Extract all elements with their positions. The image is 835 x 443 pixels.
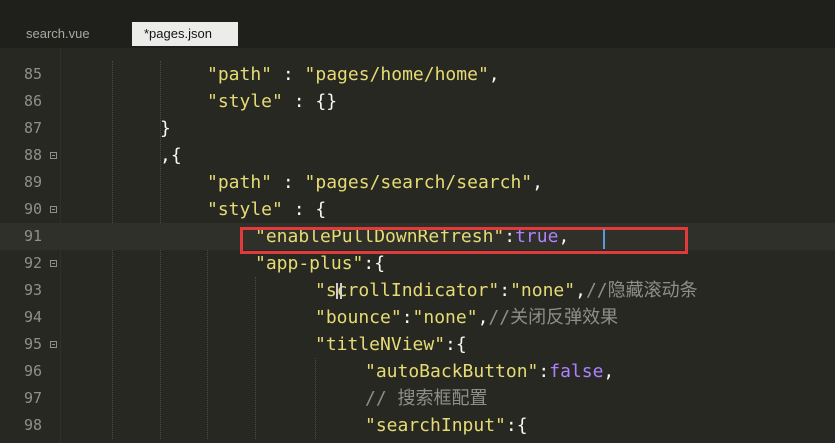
code-token: "none": [412, 307, 478, 328]
code-text[interactable]: "scrollIndicator":"none",//隐藏滚动条: [315, 277, 698, 304]
code-token: "searchInput": [365, 415, 506, 436]
code-token: "titleNView": [315, 334, 446, 355]
line-number: 96: [23, 362, 42, 380]
code-text[interactable]: "path" : "pages/home/home",: [207, 61, 500, 88]
code-token: "path": [207, 172, 273, 193]
code-line[interactable]: 85 "path" : "pages/home/home",: [0, 61, 835, 88]
code-text[interactable]: "bounce":"none",//关闭反弹效果: [315, 304, 618, 331]
highlight-box: [240, 227, 688, 254]
line-number: 97: [23, 389, 42, 407]
tab-search-vue[interactable]: search.vue: [14, 22, 120, 46]
code-token: "style": [207, 91, 283, 112]
code-line[interactable]: 90 "style" : {: [0, 196, 835, 223]
code-line[interactable]: 98 "searchInput":{: [0, 412, 835, 439]
line-number: 87: [23, 119, 42, 137]
line-number: 93: [23, 281, 42, 299]
code-editor[interactable]: search.vue *pages.json 85 "path" : "pages…: [0, 0, 835, 443]
code-token: ,: [532, 172, 543, 193]
line-number: 89: [23, 173, 42, 191]
code-token: ,: [488, 64, 500, 85]
code-line[interactable]: 96 "autoBackButton":false,: [0, 358, 835, 385]
code-token: ,: [603, 361, 615, 382]
code-token: "autoBackButton": [365, 361, 539, 382]
code-line[interactable]: 93 "scrollIndicator":"none",//隐藏滚动条: [0, 277, 835, 304]
code-line[interactable]: 95 "titleNView":{: [0, 331, 835, 358]
line-number: 88: [23, 146, 42, 164]
code-token: "path": [207, 64, 273, 85]
code-token: :: [272, 172, 305, 193]
code-token: :{: [363, 253, 386, 274]
code-token: "scrollIndicator": [315, 280, 500, 301]
code-token: :{: [445, 334, 467, 355]
text-caret: [603, 229, 605, 249]
text-cursor-icon: [336, 283, 342, 299]
tab-bar: search.vue *pages.json: [0, 0, 835, 48]
code-token: // 搜索框配置: [365, 388, 488, 409]
code-token: : {}: [282, 91, 338, 112]
code-line[interactable]: 88 ,{: [0, 142, 835, 169]
code-token: ,: [477, 307, 489, 328]
line-number: 92: [23, 254, 42, 272]
code-line[interactable]: 94 "bounce":"none",//关闭反弹效果: [0, 304, 835, 331]
fold-toggle-icon[interactable]: [50, 341, 57, 348]
line-number: 90: [23, 200, 42, 218]
line-number: 85: [23, 65, 42, 83]
code-token: ,: [575, 280, 586, 301]
code-line[interactable]: 89 "path" : "pages/search/search",: [0, 169, 835, 196]
code-text[interactable]: "searchInput":{: [365, 412, 528, 439]
code-text[interactable]: "path" : "pages/search/search",: [207, 169, 543, 196]
code-token: :: [401, 307, 413, 328]
code-text[interactable]: ,{: [160, 142, 182, 169]
code-token: ,{: [160, 145, 182, 166]
tab-pages-json[interactable]: *pages.json: [132, 22, 238, 46]
code-line[interactable]: 92 "app-plus":{: [0, 250, 835, 277]
code-token: :: [499, 280, 511, 301]
fold-toggle-icon[interactable]: [50, 206, 57, 213]
line-number: 95: [23, 335, 42, 353]
code-text[interactable]: "style" : {: [207, 196, 326, 223]
line-number: 86: [23, 92, 42, 110]
code-text[interactable]: "app-plus":{: [255, 250, 385, 277]
code-text[interactable]: "autoBackButton":false,: [365, 358, 614, 385]
line-number: 94: [23, 308, 42, 326]
code-token: : {: [282, 199, 327, 220]
code-token: }: [160, 118, 171, 139]
code-token: //关闭反弹效果: [488, 307, 619, 328]
code-token: false: [549, 361, 604, 382]
code-token: "bounce": [315, 307, 402, 328]
code-line[interactable]: 87}: [0, 115, 835, 142]
code-token: "pages/home/home": [304, 64, 489, 85]
code-text[interactable]: "style" : {}: [207, 88, 337, 115]
line-number: 91: [23, 227, 42, 245]
code-token: :: [272, 64, 305, 85]
fold-toggle-icon[interactable]: [50, 152, 57, 159]
code-line[interactable]: 86 "style" : {}: [0, 88, 835, 115]
code-token: :: [538, 361, 550, 382]
fold-toggle-icon[interactable]: [50, 260, 57, 267]
code-text[interactable]: }: [160, 115, 171, 142]
code-token: //隐藏滚动条: [585, 280, 698, 301]
code-token: "pages/search/search": [304, 172, 533, 193]
code-token: "style": [207, 199, 283, 220]
code-text[interactable]: "titleNView":{: [315, 331, 467, 358]
code-token: "app-plus": [255, 253, 364, 274]
code-text[interactable]: // 搜索框配置: [365, 385, 488, 412]
code-line[interactable]: 97 // 搜索框配置: [0, 385, 835, 412]
code-token: :{: [505, 415, 528, 436]
code-token: "none": [510, 280, 576, 301]
line-number: 98: [23, 416, 42, 434]
